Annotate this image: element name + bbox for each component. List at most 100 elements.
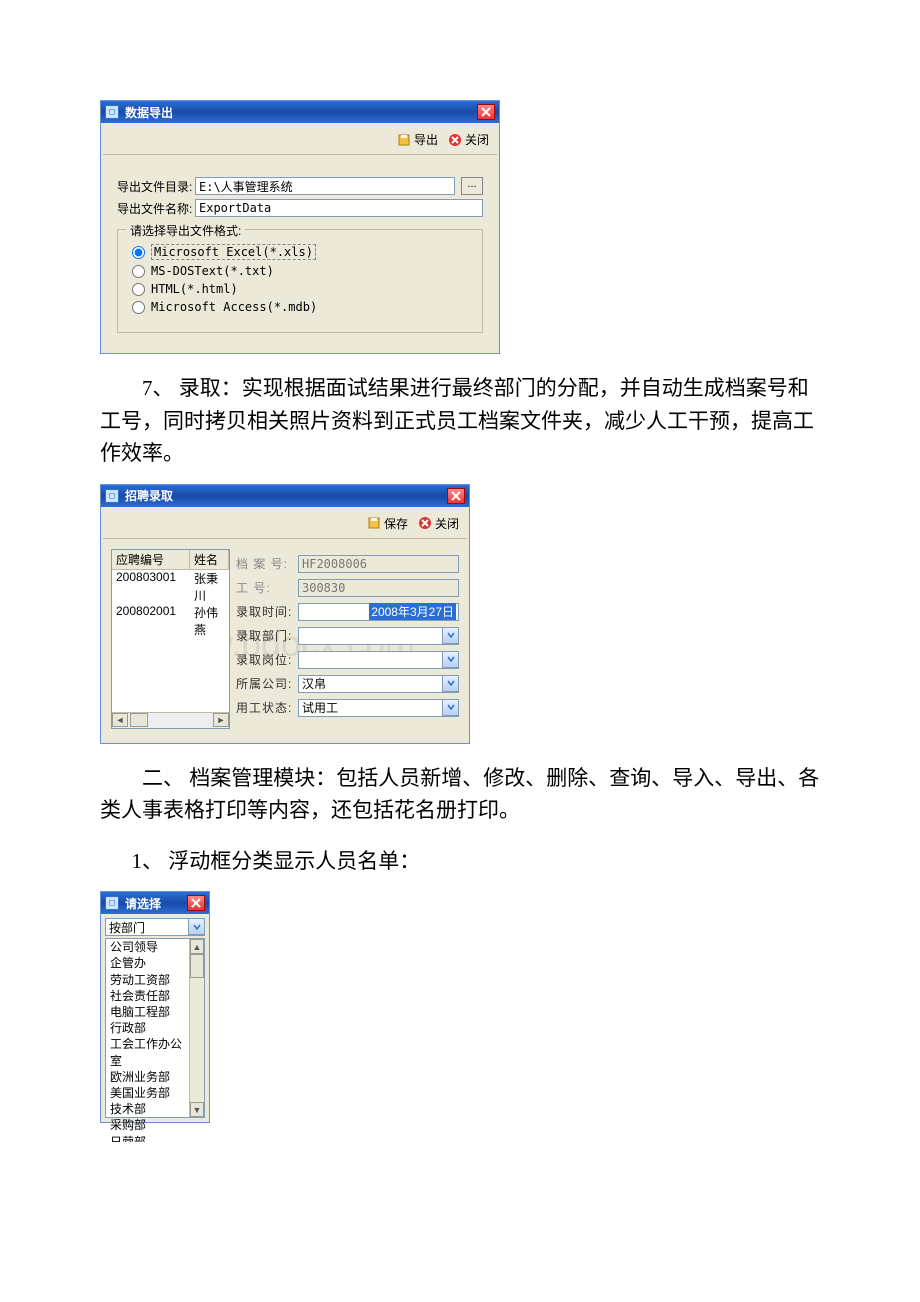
hire-time-input[interactable]: 2008年3月27日: [298, 603, 459, 621]
hire-post-combo[interactable]: [298, 651, 459, 669]
select-body: 按部门 公司领导 企管办 劳动工资部 社会责任部 电脑工程部 行政部 工会工作办…: [101, 914, 209, 1122]
format-legend: 请选择导出文件格式:: [126, 222, 245, 239]
format-mdb-label: Microsoft Access(*.mdb): [151, 300, 317, 314]
format-html[interactable]: HTML(*.html): [132, 282, 468, 296]
save-button-label: 保存: [384, 515, 408, 532]
filter-combo[interactable]: 按部门: [105, 918, 205, 936]
close-icon[interactable]: [477, 104, 495, 120]
scroll-thumb[interactable]: [130, 713, 148, 727]
cell-id: 200802001: [112, 604, 190, 638]
format-xls[interactable]: Microsoft Excel(*.xls): [132, 244, 468, 260]
list-item[interactable]: 欧洲业务部: [110, 1069, 185, 1085]
select-titlebar: □ 请选择: [101, 892, 209, 914]
hire-dept-combo[interactable]: [298, 627, 459, 645]
format-txt[interactable]: MS-DOSText(*.txt): [132, 264, 468, 278]
file-no-label: 档 案 号:: [236, 555, 298, 572]
list-item[interactable]: 企管办: [110, 955, 185, 971]
list-item[interactable]: 社会责任部: [110, 988, 185, 1004]
close-button[interactable]: 关闭: [448, 131, 489, 148]
applicant-list[interactable]: 应聘编号 姓名 200803001 张秉川 200802001 孙伟燕 ◄ ►: [111, 549, 230, 729]
recruit-titlebar: □ 招聘录取: [101, 485, 469, 507]
hire-time-value: 2008年3月27日: [369, 603, 456, 620]
cell-name: 孙伟燕: [190, 604, 229, 638]
cell-name: 张秉川: [190, 570, 229, 604]
emp-status-label: 用工状态:: [236, 699, 298, 716]
chevron-down-icon[interactable]: [442, 676, 458, 692]
scroll-thumb[interactable]: [190, 954, 204, 978]
stop-icon: [418, 516, 432, 530]
select-title: 请选择: [125, 895, 187, 912]
export-titlebar: □ 数据导出: [101, 101, 499, 123]
hire-dept-label: 录取部门:: [236, 627, 298, 644]
dept-items: 公司领导 企管办 劳动工资部 社会责任部 电脑工程部 行政部 工会工作办公室 欧…: [106, 939, 189, 1117]
col-id: 应聘编号: [112, 550, 190, 569]
chevron-down-icon[interactable]: [188, 919, 204, 935]
export-button-label: 导出: [414, 131, 438, 148]
format-txt-radio[interactable]: [132, 265, 145, 278]
filter-value: 按部门: [109, 919, 145, 936]
dept-listbox[interactable]: 公司领导 企管办 劳动工资部 社会责任部 电脑工程部 行政部 工会工作办公室 欧…: [105, 938, 205, 1118]
stop-icon: [448, 133, 462, 147]
company-value: 汉帛: [302, 675, 326, 692]
chevron-down-icon[interactable]: [442, 628, 458, 644]
scroll-track[interactable]: [190, 978, 204, 1102]
h-scrollbar[interactable]: ◄ ►: [112, 712, 229, 728]
emp-status-value: 试用工: [302, 699, 338, 716]
save-icon: [367, 516, 381, 530]
list-row[interactable]: 200802001 孙伟燕: [112, 604, 229, 638]
list-item[interactable]: 行政部: [110, 1020, 185, 1036]
scroll-up-icon[interactable]: ▲: [190, 939, 204, 954]
name-input[interactable]: [195, 199, 483, 217]
recruit-body: www.bdocx.com 应聘编号 姓名 200803001 张秉川 2008…: [101, 541, 469, 743]
export-dialog: □ 数据导出 导出 关闭 导出文件目录: ... 导出文件名称:: [100, 100, 500, 354]
close-icon[interactable]: [447, 488, 465, 504]
format-xls-label: Microsoft Excel(*.xls): [151, 244, 316, 260]
paragraph-7: 7、 录取：实现根据面试结果进行最终部门的分配，并自动生成档案号和工号，同时拷贝…: [100, 372, 820, 470]
chevron-down-icon[interactable]: [442, 652, 458, 668]
format-html-radio[interactable]: [132, 283, 145, 296]
format-xls-radio[interactable]: [132, 246, 145, 259]
list-item[interactable]: 美国业务部: [110, 1085, 185, 1101]
save-button[interactable]: 保存: [367, 515, 408, 532]
export-body: 导出文件目录: ... 导出文件名称: 请选择导出文件格式: Microsoft…: [101, 157, 499, 353]
chevron-down-icon[interactable]: [442, 700, 458, 716]
close-button-label: 关闭: [435, 515, 459, 532]
export-button[interactable]: 导出: [397, 131, 438, 148]
list-item[interactable]: 日营部: [110, 1134, 185, 1142]
list-item[interactable]: 技术部: [110, 1101, 185, 1117]
hire-time-label: 录取时间:: [236, 603, 298, 620]
list-item[interactable]: 电脑工程部: [110, 1004, 185, 1020]
v-scrollbar[interactable]: ▲ ▼: [189, 939, 204, 1117]
emp-no-label: 工 号:: [236, 579, 298, 596]
col-name: 姓名: [190, 550, 229, 569]
list-item[interactable]: 采购部: [110, 1117, 185, 1133]
save-icon: [397, 133, 411, 147]
list-item[interactable]: 劳动工资部: [110, 972, 185, 988]
select-dialog: □ 请选择 按部门 公司领导 企管办 劳动工资部 社会责任部 电脑工程部 行政部…: [100, 891, 210, 1123]
export-title: 数据导出: [125, 104, 477, 121]
scroll-right-icon[interactable]: ►: [213, 713, 229, 727]
close-icon[interactable]: [187, 895, 205, 911]
name-label: 导出文件名称:: [117, 200, 195, 217]
file-no-input: [298, 555, 459, 573]
export-toolbar: 导出 关闭: [103, 125, 497, 155]
emp-status-combo[interactable]: 试用工: [298, 699, 459, 717]
hire-post-label: 录取岗位:: [236, 651, 298, 668]
recruit-form: 档 案 号: 工 号: 录取时间: 2008年3月27日 录取部门:: [236, 549, 459, 729]
paragraph-1: 1、 浮动框分类显示人员名单：: [100, 845, 820, 878]
dir-input[interactable]: [195, 177, 455, 195]
format-mdb-radio[interactable]: [132, 301, 145, 314]
list-item[interactable]: 工会工作办公室: [110, 1036, 185, 1068]
scroll-left-icon[interactable]: ◄: [112, 713, 128, 727]
format-mdb[interactable]: Microsoft Access(*.mdb): [132, 300, 468, 314]
dir-label: 导出文件目录:: [117, 178, 195, 195]
window-icon: □: [105, 896, 119, 910]
format-fieldset: 请选择导出文件格式: Microsoft Excel(*.xls) MS-DOS…: [117, 229, 483, 333]
format-html-label: HTML(*.html): [151, 282, 238, 296]
list-row[interactable]: 200803001 张秉川: [112, 570, 229, 604]
company-combo[interactable]: 汉帛: [298, 675, 459, 693]
scroll-down-icon[interactable]: ▼: [190, 1102, 204, 1117]
browse-button[interactable]: ...: [461, 177, 483, 195]
close-button[interactable]: 关闭: [418, 515, 459, 532]
list-item[interactable]: 公司领导: [110, 939, 185, 955]
